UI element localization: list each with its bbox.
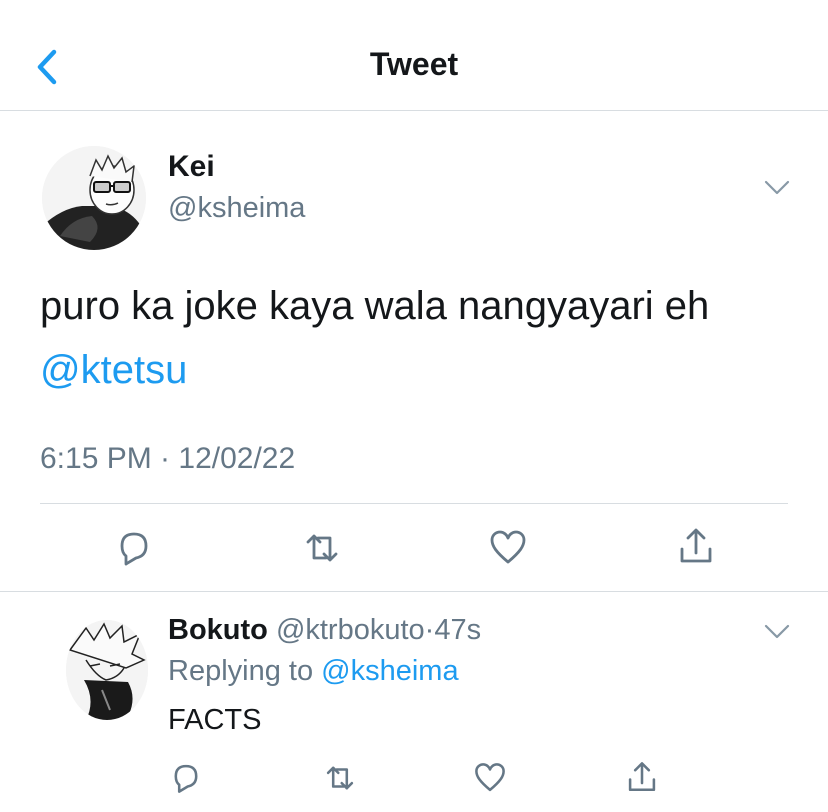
reply-icon: [174, 764, 198, 793]
replying-to-label: Replying to: [168, 655, 314, 687]
reply-button[interactable]: [166, 758, 206, 798]
share-icon: [680, 528, 712, 563]
like-button[interactable]: [486, 526, 530, 570]
retweet-icon: [306, 534, 338, 562]
like-icon: [490, 530, 526, 564]
share-button[interactable]: [622, 756, 662, 798]
author-handle[interactable]: @ksheima: [168, 192, 305, 225]
avatar-image: [66, 620, 148, 720]
reply-author-handle[interactable]: @ktrbokuto: [276, 614, 425, 646]
retweet-icon: [326, 766, 354, 790]
divider: [40, 503, 788, 504]
reply-time[interactable]: 47s: [434, 614, 481, 646]
retweet-button[interactable]: [298, 526, 346, 570]
replying-to-handle-link[interactable]: @ksheima: [321, 655, 458, 687]
tweet-text: puro ka joke kaya wala nangyayari eh: [40, 284, 710, 328]
divider: [0, 591, 828, 592]
like-icon: [475, 763, 505, 792]
avatar-kei[interactable]: [42, 146, 146, 250]
reply-text: FACTS: [168, 704, 262, 736]
author-name[interactable]: Kei: [168, 150, 215, 184]
reply-author-name[interactable]: Bokuto: [168, 614, 268, 646]
reply-button[interactable]: [112, 526, 156, 570]
chevron-down-icon[interactable]: [764, 624, 790, 640]
chevron-down-icon[interactable]: [764, 180, 790, 196]
retweet-button[interactable]: [318, 758, 362, 798]
share-icon: [628, 762, 656, 792]
tweet-mention-link[interactable]: @ktetsu: [40, 348, 187, 393]
tweet-timestamp: 6:15 PM · 12/02/22: [40, 442, 296, 475]
share-button[interactable]: [674, 524, 718, 568]
avatar-bokuto[interactable]: [66, 620, 148, 720]
page-title: Tweet: [369, 46, 459, 82]
reply-separator: ·: [424, 614, 435, 646]
reply-header: Bokuto @ktrbokuto·47s: [168, 614, 481, 647]
like-button[interactable]: [470, 758, 510, 798]
avatar-image: [42, 146, 146, 250]
replying-to: Replying to @ksheima: [168, 655, 459, 688]
reply-icon: [120, 532, 148, 566]
